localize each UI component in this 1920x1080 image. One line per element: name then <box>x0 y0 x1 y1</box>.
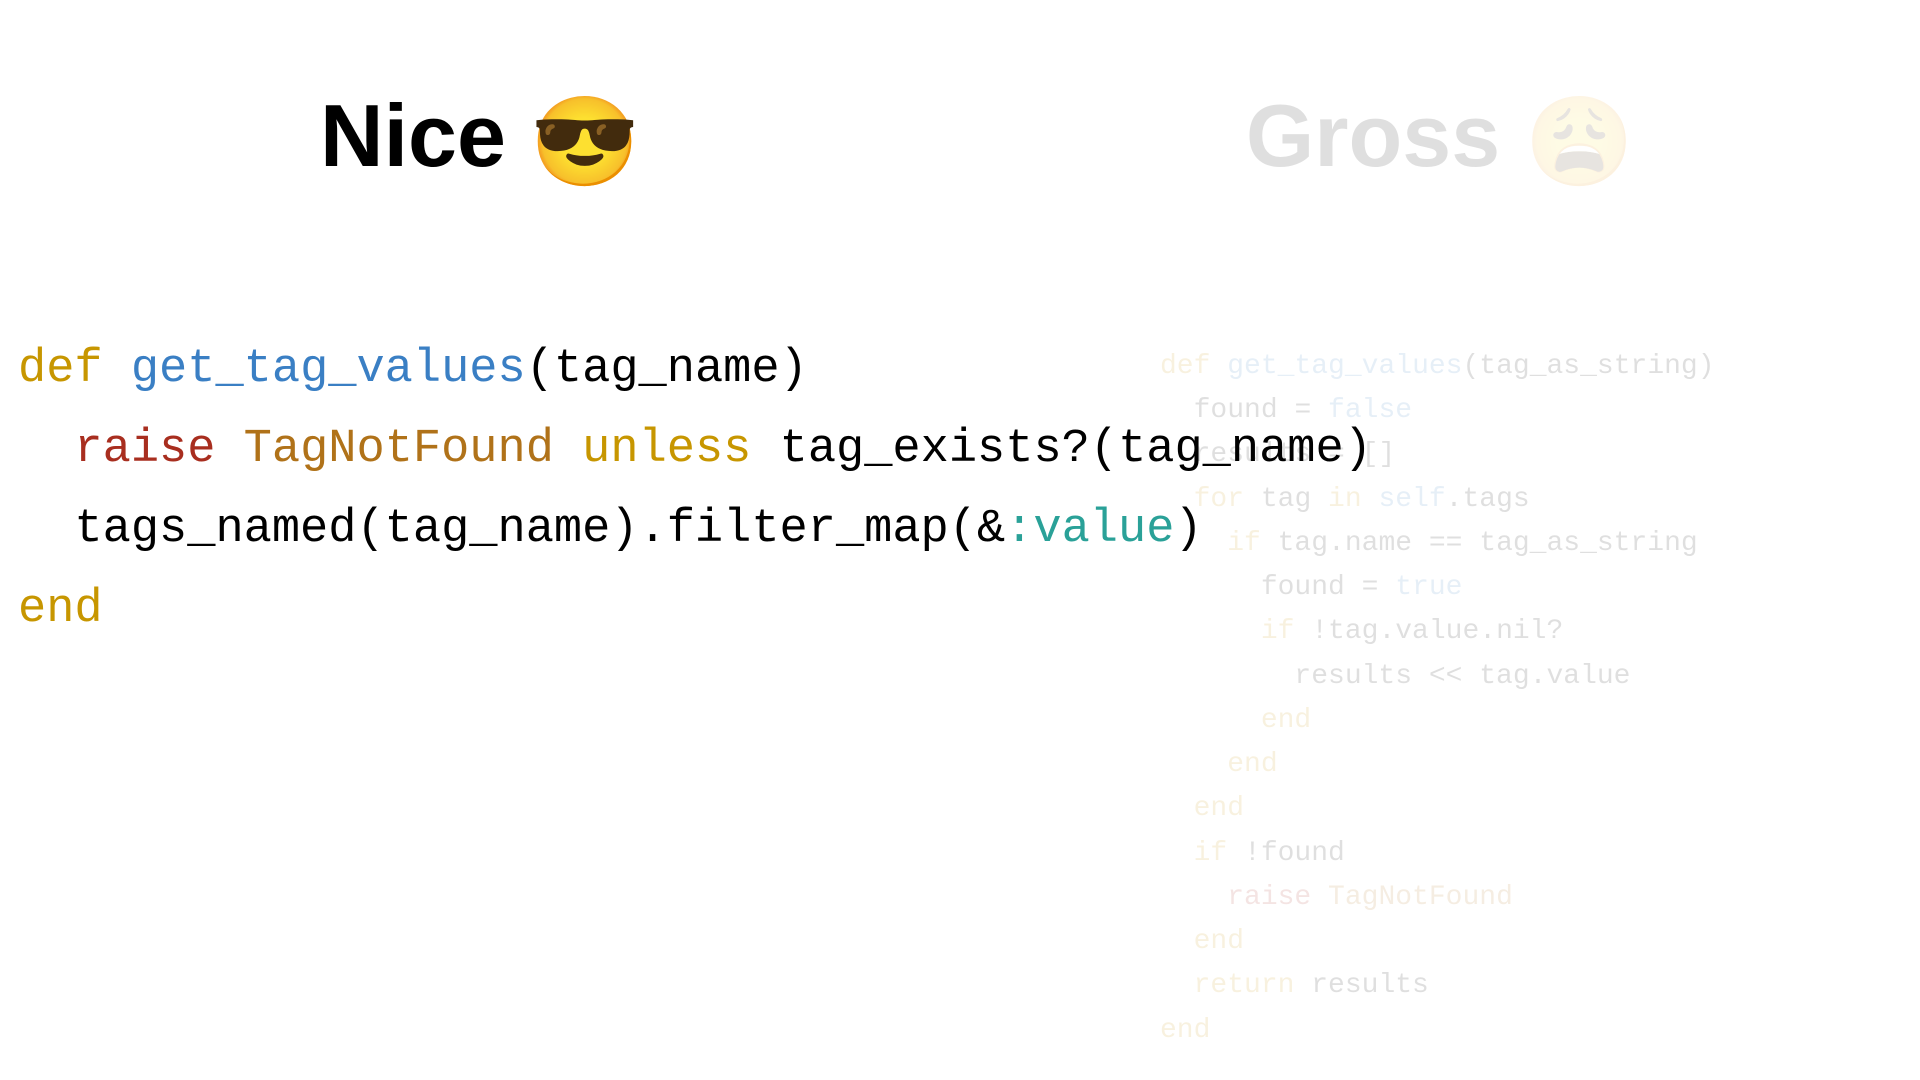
code-token: tags_named(tag_name).filter_map(& <box>74 503 1005 556</box>
code-token: TagNotFound <box>244 423 554 476</box>
code-token: end <box>1227 749 1277 780</box>
code-token: = <box>1294 395 1311 426</box>
code-token: if <box>1261 616 1295 647</box>
code-token: !found <box>1227 838 1345 869</box>
code-token: [] <box>1345 439 1395 470</box>
code-token: end <box>1261 705 1311 736</box>
code-token: = <box>1362 572 1379 603</box>
gross-header: Gross 😩 <box>960 85 1920 194</box>
code-token: end <box>1194 926 1244 957</box>
header-row: Nice 😎 Gross 😩 <box>0 0 1920 194</box>
gross-code-block: def get_tag_values(tag_as_string) found … <box>1160 345 1715 1053</box>
code-token: tag <box>1244 484 1328 515</box>
code-token: = <box>1328 439 1345 470</box>
code-token: end <box>1194 793 1244 824</box>
code-token: results <box>1194 439 1328 470</box>
code-token: unless <box>582 423 751 476</box>
code-token: .tags <box>1446 484 1530 515</box>
code-token: raise <box>74 423 215 476</box>
code-token: for <box>1194 484 1244 515</box>
code-token: results << tag.value <box>1294 661 1630 692</box>
gross-text: Gross <box>1246 86 1525 185</box>
code-token: if <box>1227 528 1261 559</box>
code-token: get_tag_values <box>1227 351 1462 382</box>
code-token: def <box>18 343 103 396</box>
code-token: TagNotFound <box>1311 882 1513 913</box>
code-token: if <box>1194 838 1228 869</box>
code-token: found <box>1194 395 1295 426</box>
code-token: results <box>1294 970 1428 1001</box>
code-token: end <box>18 583 103 636</box>
code-token: self <box>1362 484 1446 515</box>
code-token: :value <box>1005 503 1174 556</box>
code-token: false <box>1311 395 1412 426</box>
code-token: end <box>1160 1015 1210 1046</box>
code-token: true <box>1378 572 1462 603</box>
code-token: return <box>1194 970 1295 1001</box>
code-token: def <box>1160 351 1210 382</box>
nice-text: Nice <box>320 86 530 185</box>
sunglasses-emoji-icon: 😎 <box>530 91 640 194</box>
code-token: !tag.value.nil? <box>1294 616 1563 647</box>
code-token: found <box>1261 572 1362 603</box>
code-token: (tag_name) <box>526 343 808 396</box>
code-token: get_tag_values <box>131 343 526 396</box>
weary-emoji-icon: 😩 <box>1525 91 1635 194</box>
code-token: tag.name == tag_as_string <box>1261 528 1698 559</box>
code-token: (tag_as_string) <box>1462 351 1714 382</box>
code-token: raise <box>1227 882 1311 913</box>
nice-header: Nice 😎 <box>0 85 960 194</box>
code-token: in <box>1328 484 1362 515</box>
